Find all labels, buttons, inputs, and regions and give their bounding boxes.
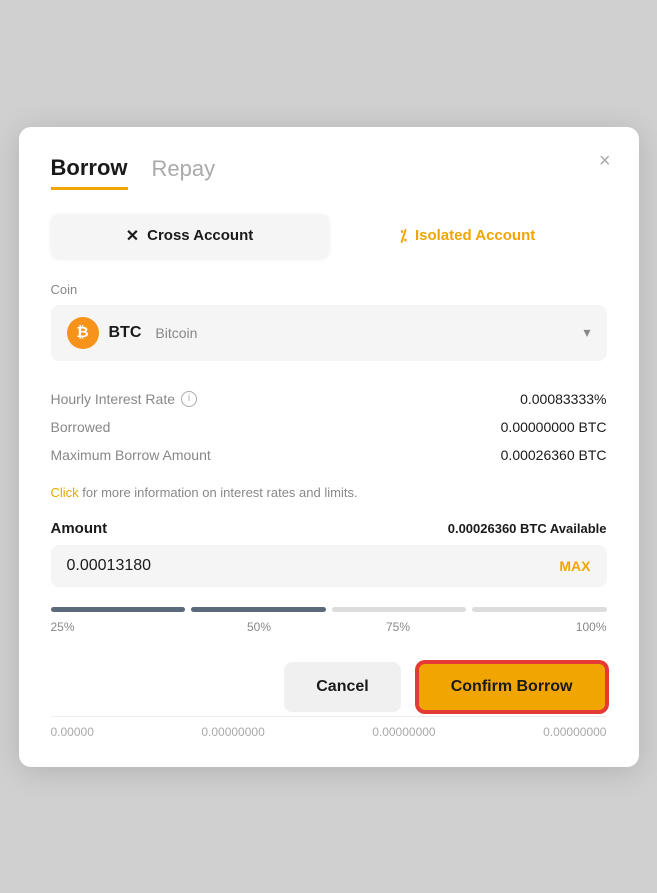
max-borrow-row: Maximum Borrow Amount 0.00026360 BTC bbox=[51, 441, 607, 469]
slider-track[interactable] bbox=[51, 607, 607, 612]
coin-label: Coin bbox=[51, 282, 607, 297]
account-toggle: ✕ Cross Account ⁒ Isolated Account bbox=[51, 214, 607, 258]
amount-row: Amount 0.00026360 BTC Available bbox=[51, 520, 607, 537]
borrowed-label: Borrowed bbox=[51, 419, 111, 435]
info-section: Hourly Interest Rate i 0.00083333% Borro… bbox=[51, 385, 607, 469]
slider-label-25: 25% bbox=[51, 620, 190, 634]
slider-seg-1[interactable] bbox=[51, 607, 186, 612]
isolated-account-label: Isolated Account bbox=[415, 227, 535, 244]
amount-input-wrap: MAX bbox=[51, 545, 607, 587]
click-link[interactable]: Click bbox=[51, 485, 79, 500]
btc-icon: ₿ bbox=[67, 317, 99, 349]
available-amount: 0.00026360 bbox=[448, 521, 517, 536]
slider-seg-4[interactable] bbox=[472, 607, 607, 612]
modal-container: Borrow Repay × ✕ Cross Account ⁒ Isolate… bbox=[19, 127, 639, 767]
hourly-interest-label: Hourly Interest Rate i bbox=[51, 391, 198, 407]
max-borrow-label: Maximum Borrow Amount bbox=[51, 447, 211, 463]
amount-label: Amount bbox=[51, 520, 108, 537]
slider-section: 25% 50% 75% 100% bbox=[51, 607, 607, 634]
coin-symbol: BTC bbox=[109, 324, 142, 342]
slider-seg-2[interactable] bbox=[191, 607, 326, 612]
isolated-account-button[interactable]: ⁒ Isolated Account bbox=[329, 214, 607, 258]
borrowed-value: 0.00000000 BTC bbox=[501, 419, 607, 435]
tab-repay[interactable]: Repay bbox=[152, 156, 216, 188]
slider-label-100: 100% bbox=[468, 620, 607, 634]
amount-available: 0.00026360 BTC Available bbox=[448, 521, 607, 536]
borrowed-row: Borrowed 0.00000000 BTC bbox=[51, 413, 607, 441]
close-button[interactable]: × bbox=[599, 151, 611, 171]
modal-overlay: Borrow Repay × ✕ Cross Account ⁒ Isolate… bbox=[0, 0, 657, 893]
tab-borrow[interactable]: Borrow bbox=[51, 155, 128, 190]
slider-label-75: 75% bbox=[329, 620, 468, 634]
confirm-borrow-button[interactable]: Confirm Borrow bbox=[417, 662, 607, 712]
cross-account-label: Cross Account bbox=[147, 227, 253, 244]
cancel-button[interactable]: Cancel bbox=[284, 662, 400, 712]
hourly-interest-row: Hourly Interest Rate i 0.00083333% bbox=[51, 385, 607, 413]
available-label: BTC Available bbox=[520, 521, 606, 536]
info-icon[interactable]: i bbox=[181, 391, 197, 407]
max-borrow-value: 0.00026360 BTC bbox=[501, 447, 607, 463]
coin-full-name: Bitcoin bbox=[155, 325, 197, 341]
bottom-data-1: 0.00000 bbox=[51, 725, 94, 739]
bottom-data-3: 0.00000000 bbox=[372, 725, 435, 739]
dropdown-arrow-icon: ▾ bbox=[583, 324, 590, 341]
cross-account-button[interactable]: ✕ Cross Account bbox=[51, 214, 329, 258]
coin-left: ₿ BTC Bitcoin bbox=[67, 317, 198, 349]
isolated-account-icon: ⁒ bbox=[400, 226, 407, 246]
bottom-data-2: 0.00000000 bbox=[201, 725, 264, 739]
bottom-data-4: 0.00000000 bbox=[543, 725, 606, 739]
slider-seg-3[interactable] bbox=[332, 607, 467, 612]
slider-labels: 25% 50% 75% 100% bbox=[51, 620, 607, 634]
click-info: Click for more information on interest r… bbox=[51, 485, 607, 500]
slider-label-50: 50% bbox=[190, 620, 329, 634]
modal-header: Borrow Repay bbox=[51, 155, 607, 190]
hourly-interest-value: 0.00083333% bbox=[520, 391, 606, 407]
cross-account-icon: ✕ bbox=[126, 226, 139, 246]
bottom-data-row: 0.00000 0.00000000 0.00000000 0.00000000 bbox=[51, 716, 607, 739]
amount-input[interactable] bbox=[67, 557, 486, 575]
coin-selector[interactable]: ₿ BTC Bitcoin ▾ bbox=[51, 305, 607, 361]
footer-buttons: Cancel Confirm Borrow bbox=[51, 662, 607, 712]
max-button[interactable]: MAX bbox=[559, 558, 590, 574]
